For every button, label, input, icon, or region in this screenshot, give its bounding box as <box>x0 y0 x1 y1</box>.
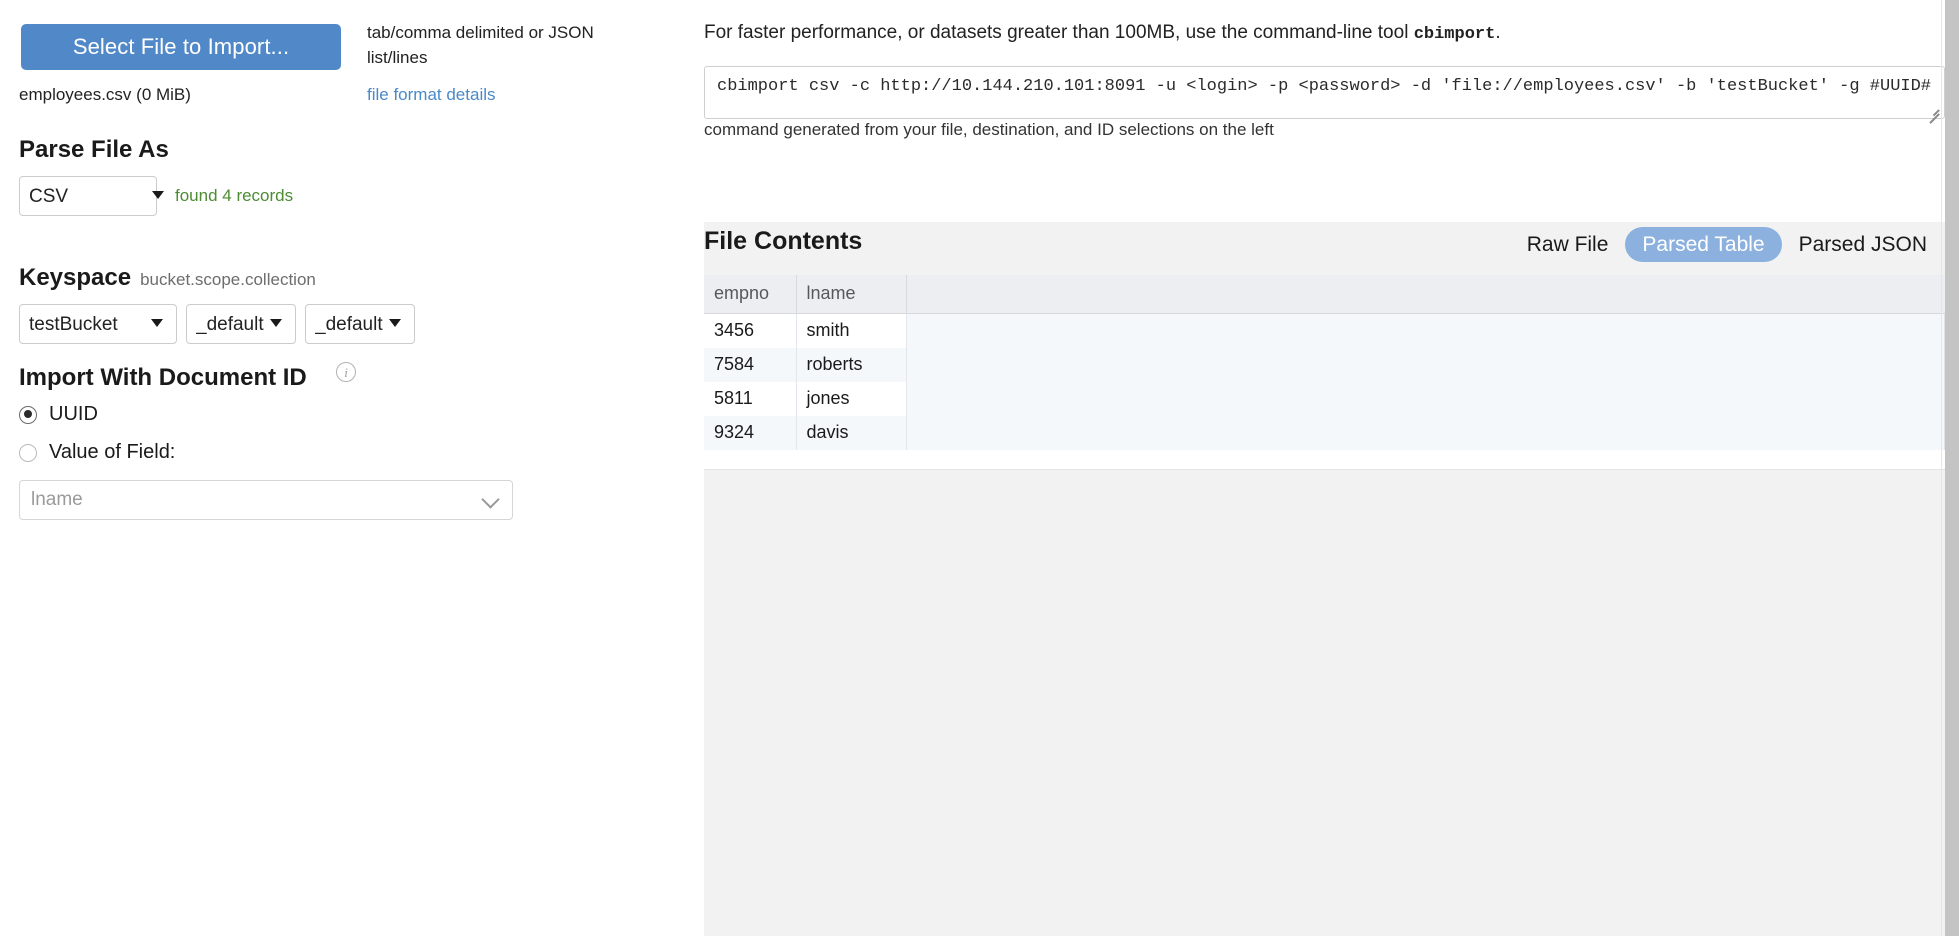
radio-value-of-field-dot[interactable] <box>19 444 37 462</box>
page-scrollbar-track-edge <box>1941 0 1942 936</box>
document-id-field-select[interactable]: lname <box>19 480 513 520</box>
table-bottom-divider <box>704 469 1945 470</box>
keyspace-heading: Keyspace bucket.scope.collection <box>19 264 316 292</box>
table-header-row: empno lname <box>704 275 1945 314</box>
radio-uuid-dot[interactable] <box>19 406 37 424</box>
cell-filler <box>906 314 1945 349</box>
parse-file-as-label: Parse File As <box>19 136 169 163</box>
keyspace-scope-select[interactable]: _default <box>186 304 296 344</box>
column-header-filler <box>906 275 1945 314</box>
keyspace-label: Keyspace <box>19 264 131 291</box>
page-scrollbar[interactable] <box>1945 0 1959 936</box>
cell-empno: 9324 <box>704 416 796 450</box>
performance-hint: For faster performance, or datasets grea… <box>704 22 1501 44</box>
found-records-status: found 4 records <box>175 186 293 206</box>
keyspace-collection-select[interactable]: _default <box>305 304 415 344</box>
parse-file-as-select[interactable]: CSV <box>19 176 157 216</box>
table-row[interactable]: 9324 davis <box>704 416 1945 450</box>
cell-filler <box>906 382 1945 416</box>
import-with-document-id-heading: Import With Document ID <box>19 364 307 392</box>
performance-hint-suffix: . <box>1495 22 1500 43</box>
performance-hint-prefix: For faster performance, or datasets grea… <box>704 22 1414 43</box>
cell-lname: davis <box>796 416 906 450</box>
parsed-table-head: empno lname <box>704 275 1945 314</box>
cell-lname: jones <box>796 382 906 416</box>
column-header-lname[interactable]: lname <box>796 275 906 314</box>
cell-filler <box>906 348 1945 382</box>
tab-parsed-table[interactable]: Parsed Table <box>1625 227 1781 262</box>
cell-lname: smith <box>796 314 906 349</box>
tab-parsed-json[interactable]: Parsed JSON <box>1782 227 1944 262</box>
tab-raw-file[interactable]: Raw File <box>1510 227 1626 262</box>
cell-empno: 7584 <box>704 348 796 382</box>
keyspace-bucket-select[interactable]: testBucket <box>19 304 177 344</box>
preview-panel: For faster performance, or datasets grea… <box>704 0 1945 936</box>
selected-file-name: employees.csv (0 MiB) <box>19 85 191 105</box>
cell-empno: 3456 <box>704 314 796 349</box>
document-id-option-uuid[interactable]: UUID <box>19 403 98 426</box>
info-icon[interactable]: i <box>336 362 356 382</box>
generated-command-textarea[interactable]: cbimport csv -c http://10.144.210.101:80… <box>704 66 1945 119</box>
import-settings-panel: Select File to Import... employees.csv (… <box>0 0 704 936</box>
table-row[interactable]: 3456 smith <box>704 314 1945 349</box>
file-format-note: tab/comma delimited or JSON list/lines <box>367 20 637 70</box>
column-header-empno[interactable]: empno <box>704 275 796 314</box>
cell-lname: roberts <box>796 348 906 382</box>
keyspace-sublabel: bucket.scope.collection <box>140 270 316 289</box>
cbimport-tool-name: cbimport <box>1414 25 1496 44</box>
parsed-table-container[interactable]: empno lname 3456 smith 7584 roberts <box>704 275 1945 470</box>
radio-uuid-label: UUID <box>49 403 98 426</box>
document-id-label: Import With Document ID <box>19 364 307 391</box>
cell-empno: 5811 <box>704 382 796 416</box>
cell-filler <box>906 416 1945 450</box>
select-file-to-import-button[interactable]: Select File to Import... <box>21 24 341 70</box>
radio-value-of-field-label: Value of Field: <box>49 441 175 464</box>
file-contents-view-tabs: Raw File Parsed Table Parsed JSON <box>1510 222 1944 266</box>
table-row[interactable]: 7584 roberts <box>704 348 1945 382</box>
file-contents-title: File Contents <box>704 227 862 256</box>
file-format-details-link[interactable]: file format details <box>367 85 496 105</box>
parse-file-as-heading: Parse File As <box>19 136 169 164</box>
parsed-table-body: 3456 smith 7584 roberts 5811 jones <box>704 314 1945 451</box>
import-screen: Select File to Import... employees.csv (… <box>0 0 1959 936</box>
table-row[interactable]: 5811 jones <box>704 382 1945 416</box>
document-id-option-value-of-field[interactable]: Value of Field: <box>19 441 175 464</box>
generated-command-caption: command generated from your file, destin… <box>704 120 1274 140</box>
parsed-table: empno lname 3456 smith 7584 roberts <box>704 275 1945 450</box>
document-id-field-select-wrap: lname <box>19 480 513 520</box>
